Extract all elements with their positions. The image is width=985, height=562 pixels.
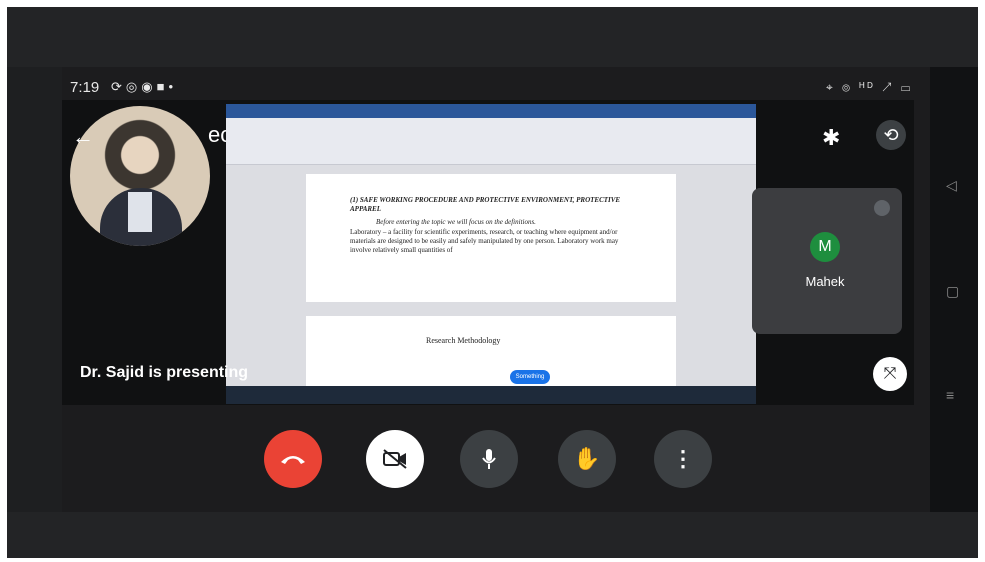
whatsapp-icon: ◉: [141, 79, 157, 94]
back-arrow-icon[interactable]: ←: [72, 124, 94, 150]
microphone-icon: [482, 449, 496, 469]
sync-icon: ⟳: [111, 79, 126, 94]
end-call-button[interactable]: [264, 430, 322, 488]
system-nav-bar: ◁ ▢ ≡: [930, 67, 978, 512]
microphone-button[interactable]: [460, 430, 518, 488]
doc-line1: Before entering the topic we will focus …: [376, 218, 536, 226]
bottom-band: [7, 512, 978, 558]
doc-heading: (1) SAFE WORKING PROCEDURE AND PROTECTIV…: [350, 196, 621, 213]
status-time: 7:19: [70, 79, 100, 96]
document-page-1: (1) SAFE WORKING PROCEDURE AND PROTECTIV…: [306, 174, 676, 302]
status-right-icons: ⌖ ⦾ ᴴᴰ ↗ ▭: [826, 80, 914, 94]
windows-taskbar: [226, 386, 756, 404]
camera-toggle-button[interactable]: [366, 430, 424, 488]
doc-section-title: Research Methodology: [426, 336, 501, 345]
more-vert-icon: ⋮: [672, 446, 694, 471]
exit-fullscreen-icon[interactable]: ⤧: [873, 357, 907, 391]
word-titlebar: [226, 104, 756, 118]
top-band: [7, 7, 978, 67]
doc-body: Laboratory – a facility for scientific e…: [350, 228, 619, 254]
camera-off-icon: [383, 449, 407, 469]
document-page-2: Research Methodology Something: [306, 316, 676, 394]
phone-hangup-icon: [281, 456, 305, 464]
bluetooth-audio-icon[interactable]: ✱: [822, 125, 840, 151]
presenter-shirt: [128, 192, 152, 232]
recents-nav-icon[interactable]: ≡: [946, 387, 954, 403]
instagram-icon: ◎: [125, 79, 142, 94]
participant-name: Mahek: [805, 274, 845, 289]
raise-hand-button[interactable]: ✋: [558, 430, 616, 488]
dot-icon: •: [168, 79, 178, 94]
more-options-button[interactable]: ⋮: [654, 430, 712, 488]
status-notification-icons: ⟳◎◉■•: [111, 79, 177, 95]
switch-camera-icon[interactable]: ⟲: [876, 120, 906, 150]
presenting-label: Dr. Sajid is presenting: [80, 364, 249, 381]
facebook-icon: ■: [156, 79, 169, 94]
home-nav-icon[interactable]: ▢: [946, 283, 959, 300]
back-nav-icon[interactable]: ◁: [946, 177, 957, 194]
participant-avatar: M: [810, 232, 840, 262]
shared-screen: (1) SAFE WORKING PROCEDURE AND PROTECTIV…: [226, 104, 756, 404]
tile-audio-icon: [874, 200, 890, 216]
doc-toast: Something: [510, 370, 550, 384]
raise-hand-icon: ✋: [573, 446, 601, 471]
